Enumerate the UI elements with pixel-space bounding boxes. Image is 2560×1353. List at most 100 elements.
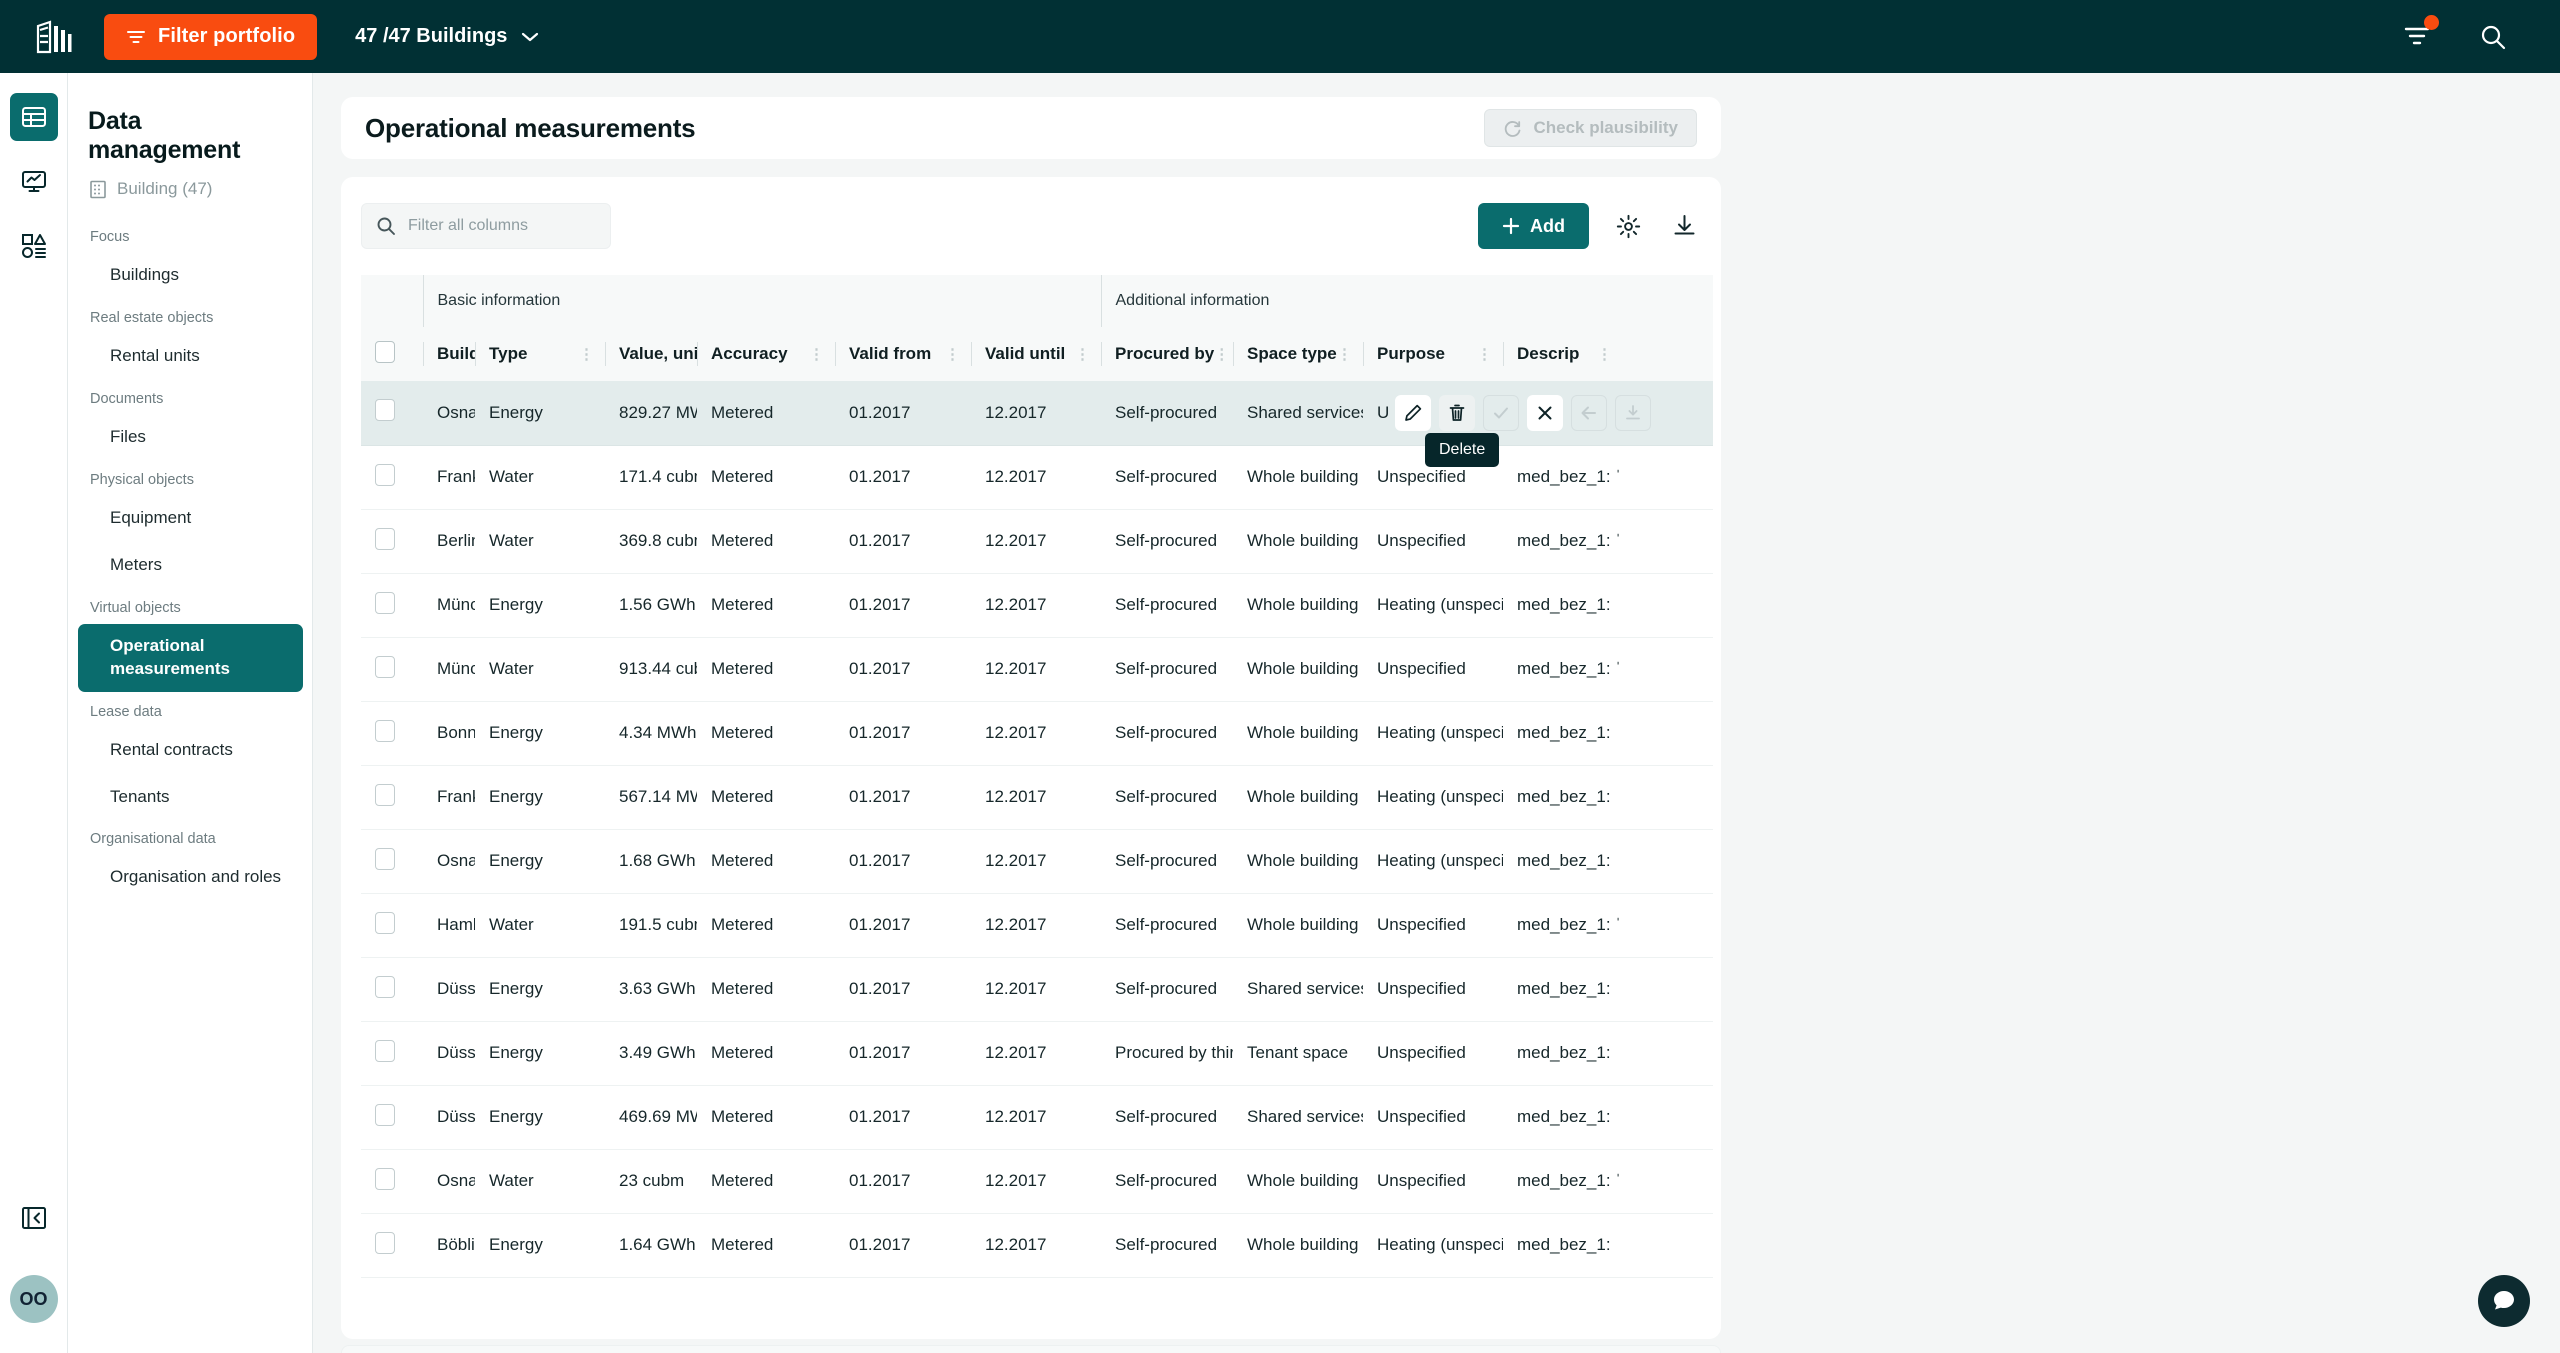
check-plausibility-button[interactable]: Check plausibility	[1484, 109, 1697, 147]
row-checkbox[interactable]	[375, 591, 395, 614]
download-icon[interactable]	[1667, 209, 1701, 243]
rail-item-reports[interactable]	[10, 221, 58, 269]
sidebar-item-meters[interactable]: Meters	[78, 543, 302, 588]
row-checkbox[interactable]	[375, 911, 395, 934]
sidebar-item-tenants[interactable]: Tenants	[78, 775, 302, 820]
column-menu-icon[interactable]: ⋮	[579, 345, 595, 363]
table-row[interactable]: Osnabrück-2 Energy 1.68 GWh Metered 01.2017 1…	[361, 829, 1714, 893]
cell-valid-until: 12.2017	[985, 659, 1047, 678]
add-label: Add	[1530, 215, 1565, 236]
table-row[interactable]: Bonn-4 Energy 4.34 MWh Metered 01.2017 12.201…	[361, 701, 1714, 765]
edit-row-button[interactable]	[1395, 395, 1431, 431]
row-checkbox[interactable]	[375, 847, 395, 870]
delete-row-button[interactable]	[1439, 395, 1475, 431]
column-header-type[interactable]: Type ⋮	[475, 327, 605, 381]
row-checkbox[interactable]	[375, 1039, 395, 1062]
sidebar-item-rental-units[interactable]: Rental units	[78, 334, 302, 379]
cell-space-type: Shared services/C	[1247, 979, 1363, 998]
search-icon[interactable]	[2476, 20, 2510, 54]
sidebar-item-operational-measurements[interactable]: Operational measurements	[78, 623, 303, 692]
column-label: Purpose	[1377, 344, 1446, 363]
column-label: Descrip	[1517, 344, 1580, 363]
sidebar-item-equipment[interactable]: Equipment	[78, 496, 302, 541]
row-checkbox[interactable]	[375, 463, 395, 486]
cancel-row-button[interactable]	[1527, 395, 1563, 431]
sidebar-item-organisation-and-roles[interactable]: Organisation and roles	[78, 855, 302, 900]
column-header-procured-by[interactable]: Procured by ⋮	[1101, 327, 1233, 381]
table-row[interactable]: Düsseldorf-11 Energy 3.49 GWh Metered 01.201…	[361, 1021, 1714, 1085]
table-row[interactable]: München-16 Energy 1.56 GWh Metered 01.2017 12…	[361, 573, 1714, 637]
sidebar-item-buildings[interactable]: Buildings	[78, 253, 302, 298]
search-input[interactable]	[408, 217, 596, 235]
cell-building: Bonn-4	[437, 723, 475, 742]
app-logo-icon[interactable]	[30, 14, 76, 60]
row-checkbox[interactable]	[375, 975, 395, 998]
table-row[interactable]: Düsseldorf-11 Energy 3.63 GWh Metered 01.201…	[361, 957, 1714, 1021]
cell-description: med_bez_1: ˈ	[1517, 467, 1621, 486]
collapse-panel-icon[interactable]	[13, 1197, 55, 1239]
column-menu-icon[interactable]: ⋮	[1075, 345, 1091, 363]
sidebar-context[interactable]: Building (47)	[68, 179, 312, 219]
column-menu-icon[interactable]: ⋮	[1214, 345, 1230, 363]
row-checkbox[interactable]	[375, 1103, 395, 1126]
table-row[interactable]: Frankfurt am Main Energy 567.14 MWh Metered…	[361, 765, 1714, 829]
column-menu-icon[interactable]: ⋮	[945, 345, 961, 363]
filter-all-columns-box[interactable]	[361, 203, 611, 249]
confirm-row-button[interactable]	[1483, 395, 1519, 431]
row-checkbox[interactable]	[375, 1167, 395, 1190]
cell-purpose: Unspecified	[1377, 659, 1466, 678]
chat-support-button[interactable]	[2478, 1275, 2530, 1327]
avatar[interactable]: OO	[9, 1275, 58, 1323]
sidebar-item-files[interactable]: Files	[78, 415, 302, 460]
saved-filters-icon[interactable]	[2400, 14, 2439, 54]
cell-accuracy: Metered	[711, 659, 774, 678]
column-header-description[interactable]: Descrip ⋮	[1503, 327, 1623, 381]
sidebar-group-label: Lease data	[90, 703, 162, 720]
table-row[interactable]: Berlin-13 Water 369.8 cubm Metered 01.2017 12…	[361, 509, 1714, 573]
undo-row-button[interactable]	[1571, 395, 1607, 431]
filter-portfolio-button[interactable]: Filter portfolio	[104, 13, 318, 60]
column-header-value-unit[interactable]: Value, unit⋮	[605, 327, 697, 381]
table-row[interactable]: Düsseldorf-10 Energy 469.69 MWh Metered 01.2…	[361, 1085, 1714, 1149]
row-checkbox[interactable]	[375, 527, 395, 550]
cell-value-unit: 469.69 MWh	[619, 1107, 697, 1126]
select-all-checkbox[interactable]	[375, 340, 395, 363]
column-header-space-type[interactable]: Space type ⋮	[1233, 327, 1363, 381]
column-header-accuracy[interactable]: Accuracy ⋮	[697, 327, 835, 381]
rail-item-analytics[interactable]	[10, 157, 58, 205]
add-button[interactable]: Add	[1478, 203, 1589, 249]
row-checkbox[interactable]	[375, 399, 395, 422]
rail-item-data-management[interactable]	[9, 93, 58, 141]
column-menu-icon[interactable]: ⋮	[1337, 345, 1353, 363]
buildings-selector[interactable]: 47 /47 Buildings	[355, 25, 539, 48]
table-row[interactable]: Hamburg-15 Water 191.5 cubm Metered 01.2017 1…	[361, 893, 1714, 957]
row-checkbox[interactable]	[375, 783, 395, 806]
buildings-selector-label: 47 /47 Buildings	[355, 25, 508, 47]
column-menu-icon[interactable]: ⋮	[1597, 345, 1613, 363]
table-row[interactable]: München-18 Water 913.44 cubm Metered 01.2017…	[361, 637, 1714, 701]
table-panel: Add	[341, 177, 1721, 1339]
sidebar: Data management Building (47) Focus Buil…	[68, 73, 313, 1353]
sidebar-group-label: Real estate objects	[90, 309, 214, 326]
cell-space-type: Whole building	[1247, 787, 1359, 806]
table-row[interactable]: Böblingen-1 Energy 1.64 GWh Metered 01.2017 1…	[361, 1213, 1714, 1277]
row-checkbox[interactable]	[375, 719, 395, 742]
column-header-building[interactable]: Building⋮	[423, 327, 475, 381]
table-row[interactable]: Frankfurt am Main Water 171.4 cubm Metered 0…	[361, 445, 1714, 509]
download-row-button[interactable]	[1615, 395, 1651, 431]
row-select-cell	[361, 829, 423, 893]
cell-accuracy: Metered	[711, 787, 774, 806]
cell-building: Osnabrück-2	[437, 851, 475, 870]
column-menu-icon[interactable]: ⋮	[809, 345, 825, 363]
column-header-valid-from[interactable]: Valid from ⋮	[835, 327, 971, 381]
column-header-valid-until[interactable]: Valid until ⋮	[971, 327, 1101, 381]
row-checkbox[interactable]	[375, 1231, 395, 1254]
row-checkbox[interactable]	[375, 655, 395, 678]
column-header-purpose[interactable]: Purpose ⋮	[1363, 327, 1503, 381]
sidebar-item-rental-contracts[interactable]: Rental contracts	[78, 728, 302, 773]
table-row[interactable]: Osnabrück-3 Water 23 cubm Metered 01.2017 12.…	[361, 1149, 1714, 1213]
column-menu-icon[interactable]: ⋮	[1477, 345, 1493, 363]
gear-icon[interactable]	[1611, 209, 1645, 243]
cell-valid-from: 01.2017	[849, 1043, 911, 1062]
cell-valid-from: 01.2017	[849, 915, 911, 934]
